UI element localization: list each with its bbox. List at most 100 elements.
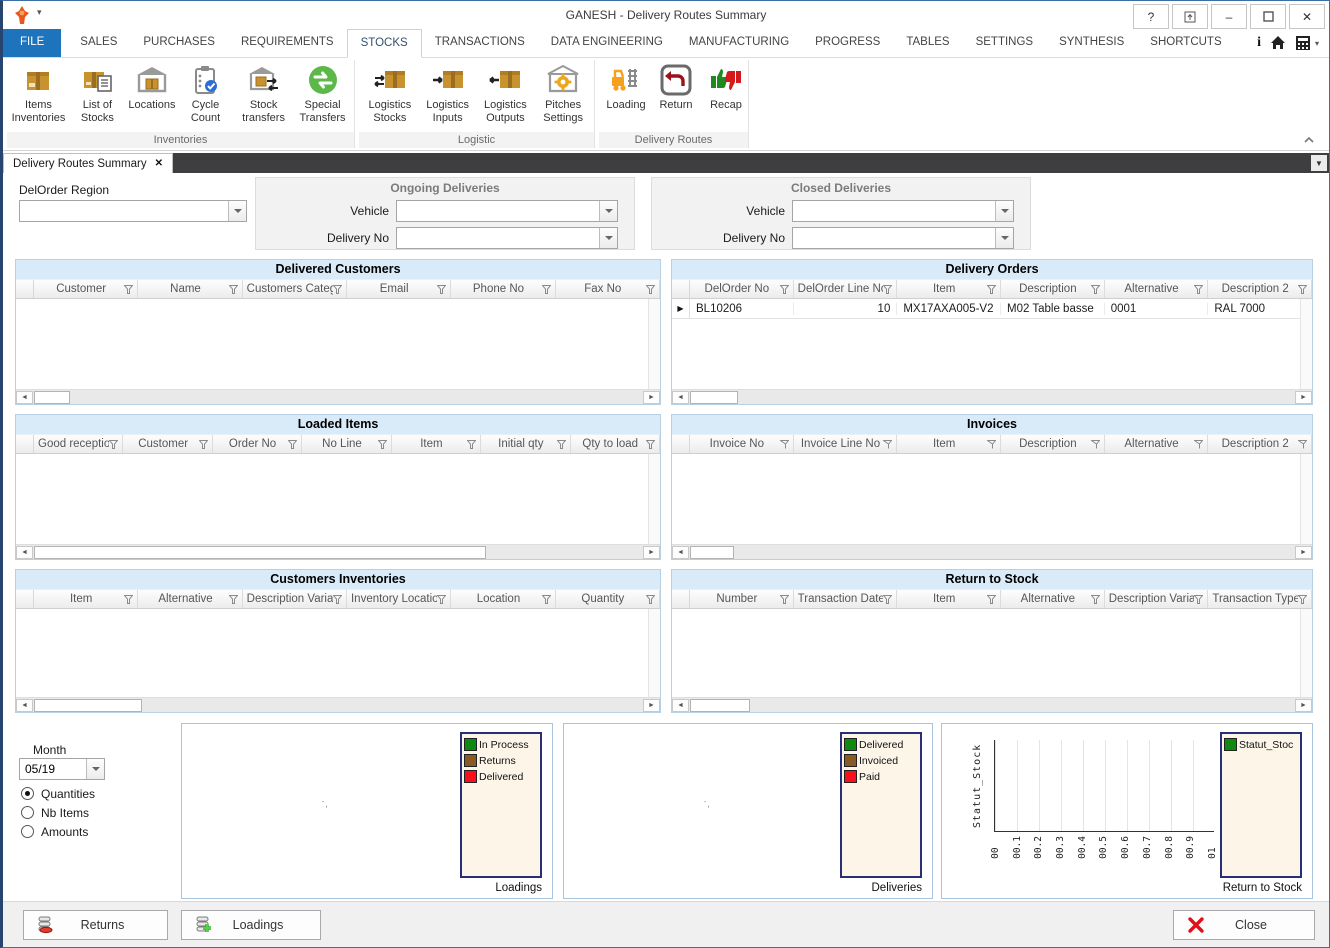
column-header[interactable]: Invoice Line No <box>794 435 898 453</box>
vertical-scrollbar[interactable] <box>1300 299 1312 389</box>
horizontal-scrollbar[interactable]: ◄ ► <box>672 389 1312 404</box>
horizontal-scrollbar[interactable]: ◄ ► <box>16 544 660 559</box>
menu-item[interactable]: TRANSACTIONS <box>422 29 538 57</box>
filter-icon[interactable] <box>646 595 655 604</box>
chevron-down-icon[interactable] <box>86 759 104 779</box>
scrollbar-thumb[interactable] <box>34 391 70 404</box>
column-header[interactable]: Description 2 <box>1208 280 1312 298</box>
radio-icon[interactable] <box>21 806 34 819</box>
filter-icon[interactable] <box>1194 440 1203 449</box>
column-header[interactable]: No Line <box>302 435 391 453</box>
radio-option[interactable]: Nb Items <box>21 803 95 822</box>
menu-item[interactable]: SYNTHESIS <box>1046 29 1137 57</box>
scroll-right-icon[interactable]: ► <box>1295 699 1312 712</box>
filter-icon[interactable] <box>109 440 118 449</box>
column-header[interactable]: Customers Category <box>243 280 347 298</box>
column-header[interactable]: Transaction Date <box>794 590 898 608</box>
filter-icon[interactable] <box>378 440 387 449</box>
column-header[interactable]: Quantity <box>556 590 660 608</box>
filter-icon[interactable] <box>646 440 655 449</box>
ongoing-vehicle-combobox[interactable] <box>396 200 618 222</box>
column-header[interactable]: Number <box>690 590 794 608</box>
column-header[interactable]: Customer <box>34 280 138 298</box>
radio-icon[interactable] <box>21 787 34 800</box>
loadings-button[interactable]: Loadings <box>181 910 321 940</box>
column-header[interactable]: Description <box>1001 280 1105 298</box>
filter-icon[interactable] <box>1091 285 1100 294</box>
scroll-left-icon[interactable]: ◄ <box>16 391 33 404</box>
horizontal-scrollbar[interactable]: ◄ ► <box>16 697 660 712</box>
filter-icon[interactable] <box>199 440 208 449</box>
column-header[interactable]: DelOrder Line No <box>794 280 898 298</box>
filter-icon[interactable] <box>1194 285 1203 294</box>
filter-icon[interactable] <box>987 440 996 449</box>
menu-item[interactable]: SALES <box>67 29 130 57</box>
filter-icon[interactable] <box>467 440 476 449</box>
filter-icon[interactable] <box>333 595 342 604</box>
recap-button[interactable]: Recap <box>701 62 751 113</box>
menu-item[interactable]: STOCKS <box>347 29 422 58</box>
close-window-button[interactable]: ✕ <box>1289 4 1325 29</box>
column-header[interactable]: Alternative <box>1105 435 1209 453</box>
column-header[interactable]: Item <box>897 280 1001 298</box>
column-header[interactable]: Customer <box>123 435 212 453</box>
scroll-left-icon[interactable]: ◄ <box>672 546 689 559</box>
column-header[interactable]: Name <box>138 280 242 298</box>
column-header[interactable]: Item <box>34 590 138 608</box>
scrollbar-thumb[interactable] <box>34 699 142 712</box>
column-header[interactable]: Description Variant <box>243 590 347 608</box>
filter-icon[interactable] <box>437 595 446 604</box>
column-header[interactable]: Inventory Location <box>347 590 451 608</box>
month-combobox[interactable]: 05/19 <box>19 758 105 780</box>
close-button[interactable]: Close <box>1173 910 1315 940</box>
filter-icon[interactable] <box>333 285 342 294</box>
vertical-scrollbar[interactable] <box>648 454 660 544</box>
logistics-inputs-button[interactable]: Logistics Inputs <box>419 62 477 126</box>
column-header[interactable]: Description Variant <box>1105 590 1209 608</box>
filter-icon[interactable] <box>987 595 996 604</box>
menu-item[interactable]: DATA ENGINEERING <box>538 29 676 57</box>
menu-item[interactable]: PROGRESS <box>802 29 893 57</box>
vertical-scrollbar[interactable] <box>1300 609 1312 697</box>
scroll-right-icon[interactable]: ► <box>643 699 660 712</box>
filter-icon[interactable] <box>883 285 892 294</box>
column-header[interactable]: Qty to load <box>571 435 660 453</box>
filter-icon[interactable] <box>288 440 297 449</box>
column-header[interactable]: Location <box>451 590 555 608</box>
filter-icon[interactable] <box>780 285 789 294</box>
chevron-down-icon[interactable] <box>995 201 1013 221</box>
table-row[interactable]: ▶ BL10206 10 MX17AXA005-V2 M02 Table bas… <box>672 299 1312 319</box>
menu-item[interactable]: PURCHASES <box>130 29 228 57</box>
column-header[interactable]: Alternative <box>1001 590 1105 608</box>
filter-icon[interactable] <box>124 285 133 294</box>
chevron-down-icon[interactable] <box>599 201 617 221</box>
list-of-stocks-button[interactable]: List of Stocks <box>68 62 127 126</box>
scrollbar-thumb[interactable] <box>690 391 738 404</box>
scroll-left-icon[interactable]: ◄ <box>16 546 33 559</box>
logistics-stocks-button[interactable]: Logistics Stocks <box>361 62 419 126</box>
scrollbar-thumb[interactable] <box>690 699 750 712</box>
calculator-icon[interactable] <box>1295 35 1311 51</box>
filter-icon[interactable] <box>229 285 238 294</box>
special-transfers-button[interactable]: Special Transfers <box>293 62 352 126</box>
scroll-left-icon[interactable]: ◄ <box>16 699 33 712</box>
filter-icon[interactable] <box>646 285 655 294</box>
vertical-scrollbar[interactable] <box>1300 454 1312 544</box>
filter-icon[interactable] <box>542 285 551 294</box>
tab-list-dropdown-icon[interactable]: ▼ <box>1311 155 1327 171</box>
column-header[interactable]: Fax No <box>556 280 660 298</box>
filter-icon[interactable] <box>883 440 892 449</box>
chevron-down-icon[interactable] <box>599 228 617 248</box>
filter-icon[interactable] <box>437 285 446 294</box>
filter-icon[interactable] <box>987 285 996 294</box>
radio-icon[interactable] <box>21 825 34 838</box>
chevron-down-icon[interactable] <box>995 228 1013 248</box>
column-header[interactable]: Alternative <box>138 590 242 608</box>
vertical-scrollbar[interactable] <box>648 609 660 697</box>
filter-icon[interactable] <box>780 440 789 449</box>
ongoing-delivery-no-combobox[interactable] <box>396 227 618 249</box>
menu-item[interactable]: SETTINGS <box>963 29 1047 57</box>
radio-option[interactable]: Amounts <box>21 822 95 841</box>
cycle-count-button[interactable]: Cycle Count <box>177 62 234 126</box>
closed-vehicle-combobox[interactable] <box>792 200 1014 222</box>
